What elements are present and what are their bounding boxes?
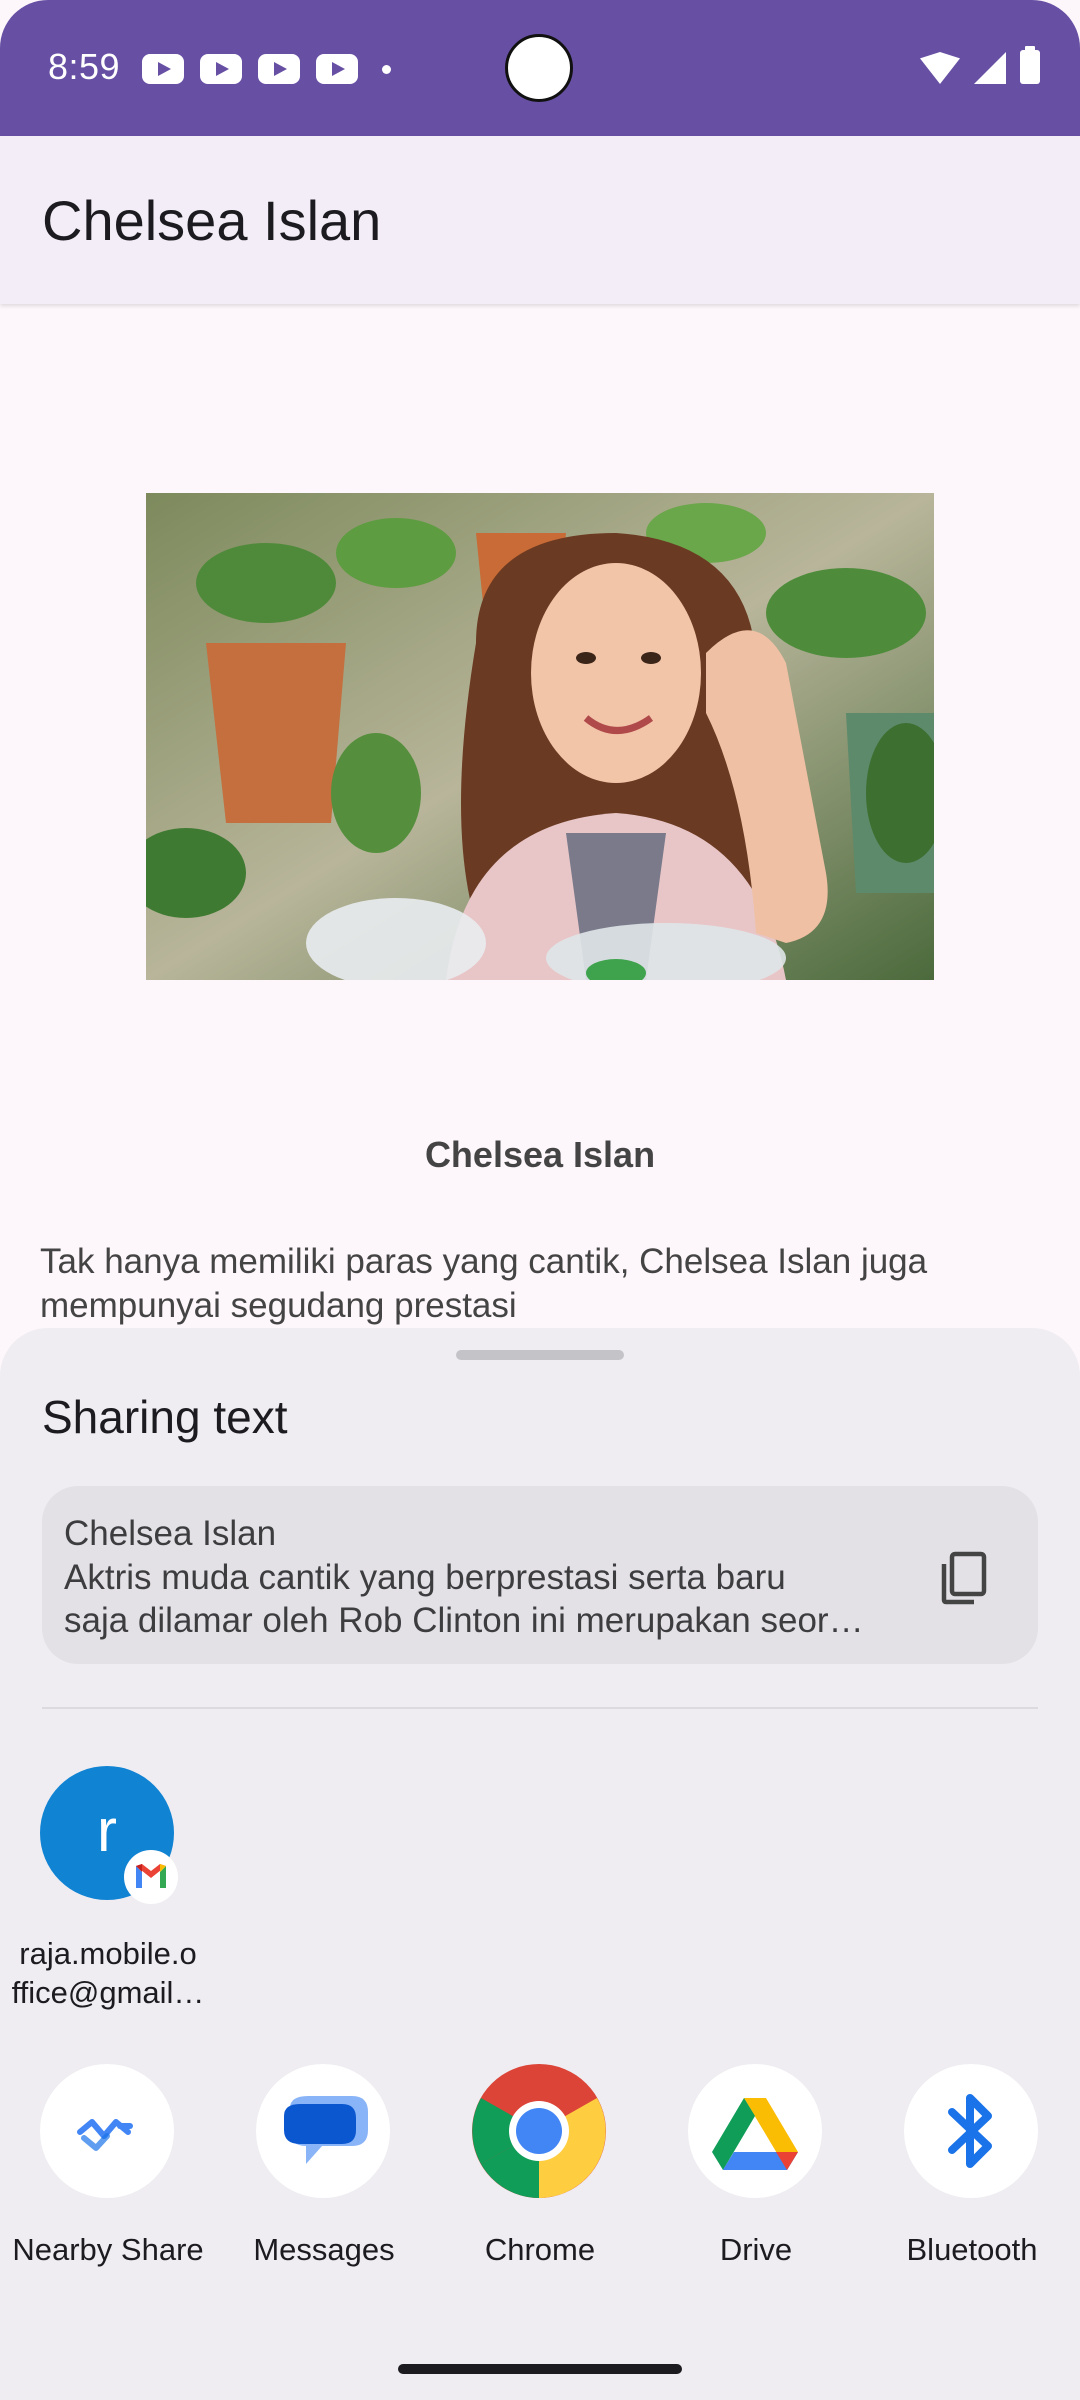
chrome-icon [472, 2064, 606, 2198]
person-photo [146, 493, 934, 980]
more-notifications-dot [382, 64, 391, 74]
app-label: Bluetooth [906, 2232, 1038, 2267]
messages-icon [256, 2064, 390, 2198]
preview-text: Aktris muda cantik yang berprestasi sert… [64, 1556, 924, 1642]
share-target-messages[interactable]: Messages [216, 2064, 432, 2284]
preview-title: Chelsea Islan [64, 1514, 277, 1553]
share-target-bluetooth[interactable]: Bluetooth [864, 2064, 1080, 2284]
copy-icon [941, 1551, 987, 1605]
contact-label: raja.mobile.o ffice@gmail… [11, 1936, 205, 2010]
bluetooth-icon [904, 2064, 1038, 2198]
wifi-icon [920, 52, 960, 84]
gmail-icon [124, 1850, 178, 1904]
cell-signal-icon [974, 52, 1006, 84]
app-label: Messages [253, 2232, 395, 2267]
share-sheet: Sharing text Chelsea Islan Aktris muda c… [0, 1328, 1080, 2400]
youtube-icon [258, 54, 300, 84]
share-preview: Chelsea Islan Aktris muda cantik yang be… [42, 1486, 1038, 1664]
youtube-icon [316, 54, 358, 84]
share-target-chrome[interactable]: Chrome [432, 2064, 648, 2284]
page-title: Chelsea Islan [42, 189, 382, 252]
youtube-icon [142, 54, 184, 84]
sheet-drag-handle[interactable] [456, 1350, 624, 1360]
drive-icon [688, 2064, 822, 2198]
share-target-drive[interactable]: Drive [648, 2064, 864, 2284]
detail-name: Chelsea Islan [424, 1134, 656, 1175]
nearby-share-icon [40, 2064, 174, 2198]
preview-line: saja dilamar oleh Rob Clinton ini merupa… [64, 1601, 864, 1640]
copy-button[interactable] [922, 1534, 1002, 1614]
top-app-bar: Chelsea Islan [0, 136, 1080, 304]
battery-icon [1020, 46, 1040, 84]
divider [42, 1707, 1038, 1709]
share-target-nearby-share[interactable]: Nearby Share [0, 2064, 216, 2284]
detail-description: Tak hanya memiliki paras yang cantik, Ch… [40, 1242, 928, 1325]
share-app-row: Nearby Share Messages Chrome Drive Bluet… [0, 2064, 1080, 2284]
youtube-icon [200, 54, 242, 84]
app-label: Chrome [484, 2232, 596, 2267]
preview-line: Aktris muda cantik yang berprestasi sert… [64, 1558, 786, 1597]
status-bar: 8:59 [0, 0, 1080, 136]
status-time: 8:59 [48, 46, 121, 87]
home-indicator[interactable] [398, 2364, 682, 2374]
notification-icons [142, 54, 391, 84]
app-label: Nearby Share [12, 2232, 204, 2267]
app-label: Drive [719, 2232, 793, 2267]
system-status-icons [920, 46, 1040, 84]
share-sheet-title: Sharing text [42, 1391, 288, 1443]
camera-cutout [505, 34, 573, 102]
